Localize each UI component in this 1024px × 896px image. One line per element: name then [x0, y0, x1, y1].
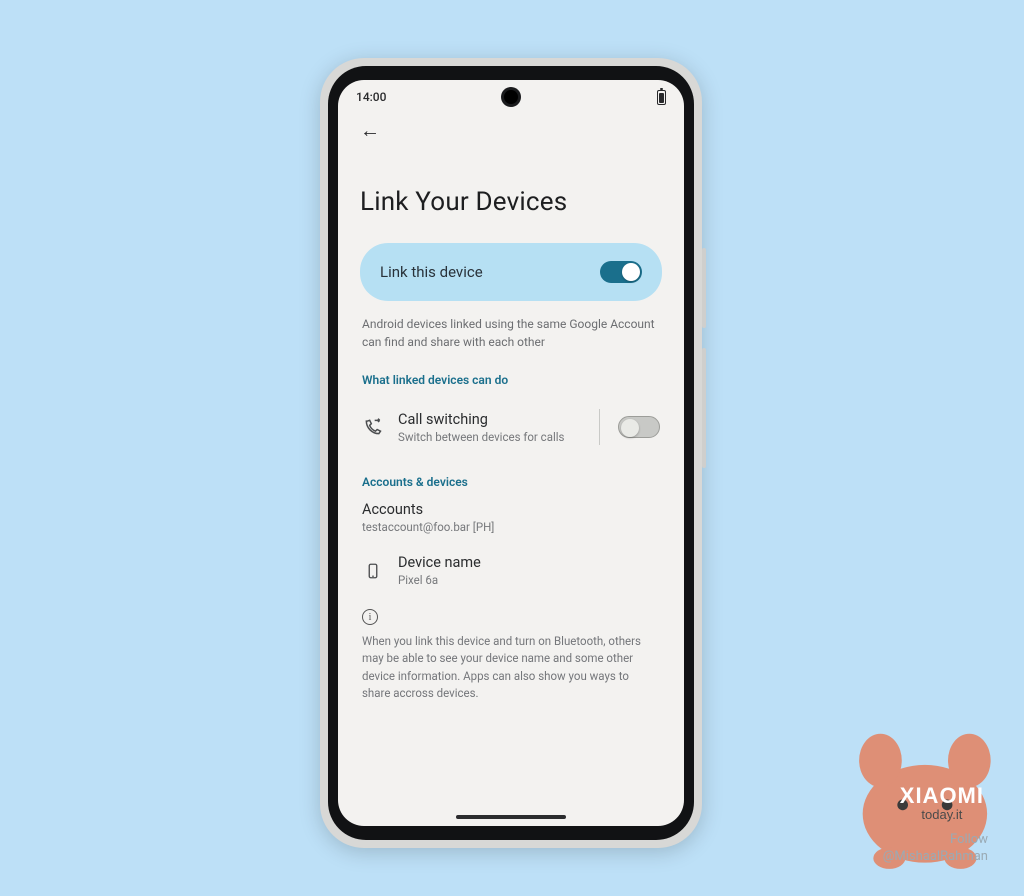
info-icon: i [362, 609, 378, 625]
page-title: Link Your Devices [360, 187, 662, 217]
status-time: 14:00 [356, 90, 386, 104]
accounts-title: Accounts [362, 501, 662, 518]
call-switching-row[interactable]: Call switching Switch between devices fo… [360, 399, 662, 455]
phone-forward-icon [362, 417, 384, 437]
screen: 14:00 ← Link Your Devices Link this devi… [338, 80, 684, 826]
toggle-knob [621, 419, 639, 437]
accounts-value: testaccount@foo.bar [PH] [362, 520, 662, 534]
appbar: ← [360, 114, 662, 151]
gesture-bar[interactable] [456, 815, 566, 819]
smartphone-icon [362, 562, 384, 580]
side-button-1 [702, 248, 706, 328]
row-divider [599, 409, 600, 445]
watermark-handle: @MishaalRahman [883, 849, 988, 866]
front-camera [504, 90, 518, 104]
device-name-row[interactable]: Device name Pixel 6a [360, 544, 662, 597]
link-this-device-card[interactable]: Link this device [360, 243, 662, 301]
call-switching-subtitle: Switch between devices for calls [398, 430, 585, 444]
side-button-2 [702, 348, 706, 468]
toggle-knob [622, 263, 640, 281]
back-icon[interactable]: ← [360, 120, 380, 140]
phone-bezel: 14:00 ← Link Your Devices Link this devi… [328, 66, 694, 840]
watermark-credits: Follow @MishaalRahman [883, 832, 988, 866]
call-switching-toggle[interactable] [618, 416, 660, 438]
device-name-value: Pixel 6a [398, 573, 660, 587]
watermark-follow: Follow [883, 832, 988, 849]
footer-info-text: When you link this device and turn on Bl… [362, 633, 660, 702]
battery-icon [657, 90, 666, 105]
link-this-device-toggle[interactable] [600, 261, 642, 283]
watermark-brand-bottom: today.it [900, 807, 984, 822]
link-this-device-label: Link this device [380, 263, 483, 281]
call-switching-title: Call switching [398, 411, 585, 428]
watermark-text: XIAOMI today.it [900, 783, 984, 822]
section-accounts-devices: Accounts & devices [362, 475, 662, 489]
link-description: Android devices linked using the same Go… [362, 315, 660, 351]
section-what-linked: What linked devices can do [362, 373, 662, 387]
device-name-title: Device name [398, 554, 660, 571]
accounts-row[interactable]: Accounts testaccount@foo.bar [PH] [362, 501, 662, 534]
content-area: ← Link Your Devices Link this device And… [338, 114, 684, 702]
phone-frame: 14:00 ← Link Your Devices Link this devi… [320, 58, 702, 848]
watermark-brand-top: XIAOMI [900, 783, 984, 809]
